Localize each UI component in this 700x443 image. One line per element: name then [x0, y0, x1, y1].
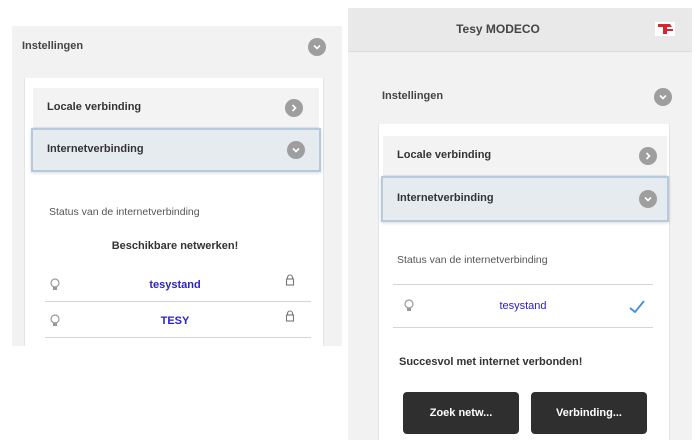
- internet-connection-label: Internetverbinding: [47, 143, 144, 155]
- connection-success-message: Succesvol met internet verbonden!: [399, 356, 583, 368]
- settings-header[interactable]: Instellingen: [12, 26, 342, 66]
- app-title: Tesy MODECO: [456, 22, 540, 36]
- search-networks-button[interactable]: Zoek netw...: [403, 392, 519, 434]
- settings-header[interactable]: Instellingen: [348, 76, 692, 116]
- checkmark-icon: [629, 300, 645, 314]
- left-screen: Instellingen Locale verbinding Internetv…: [12, 26, 342, 346]
- internet-connection-row[interactable]: Internetverbinding: [381, 176, 669, 222]
- lightbulb-icon: [50, 314, 60, 326]
- network-name: TESY: [160, 315, 190, 327]
- local-connection-row[interactable]: Locale verbinding: [383, 136, 667, 176]
- local-connection-row[interactable]: Locale verbinding: [33, 88, 319, 128]
- networks-heading: Beschikbare netwerken!: [111, 240, 239, 252]
- chevron-down-icon[interactable]: [654, 88, 672, 106]
- lightbulb-icon: [50, 278, 60, 290]
- right-screen: Tesy MODECO Instellingen Locale verbindi…: [348, 8, 692, 440]
- lock-icon: [285, 310, 295, 322]
- lightbulb-icon: [404, 299, 414, 311]
- settings-card: Locale verbinding Internetverbinding Sta…: [378, 124, 670, 440]
- settings-card: Locale verbinding Internetverbinding Sta…: [24, 78, 324, 346]
- tesy-logo-icon: [655, 22, 675, 36]
- local-connection-label: Locale verbinding: [47, 101, 142, 113]
- chevron-right-icon[interactable]: [639, 147, 657, 165]
- connection-button[interactable]: Verbinding...: [531, 392, 647, 434]
- internet-connection-row[interactable]: Internetverbinding: [31, 128, 321, 172]
- network-name: tesystand: [499, 300, 547, 312]
- internet-connection-label: Internetverbinding: [397, 192, 494, 204]
- chevron-down-icon[interactable]: [639, 190, 657, 208]
- chevron-right-icon[interactable]: [285, 99, 303, 117]
- connected-network-row[interactable]: tesystand: [393, 284, 653, 328]
- network-name: tesystand: [149, 279, 201, 291]
- internet-status-text: Status van de internetverbinding: [397, 254, 548, 266]
- chevron-down-icon[interactable]: [287, 141, 305, 159]
- lock-icon: [285, 274, 295, 286]
- chevron-down-icon[interactable]: [308, 38, 326, 56]
- network-row-tesy[interactable]: TESY: [45, 304, 311, 338]
- app-header: Tesy MODECO: [348, 8, 692, 52]
- internet-status-text: Status van de internetverbinding: [49, 206, 200, 218]
- network-row-tesystand[interactable]: tesystand: [45, 268, 311, 302]
- settings-title: Instellingen: [22, 40, 84, 52]
- settings-title: Instellingen: [382, 90, 444, 102]
- local-connection-label: Locale verbinding: [397, 149, 492, 161]
